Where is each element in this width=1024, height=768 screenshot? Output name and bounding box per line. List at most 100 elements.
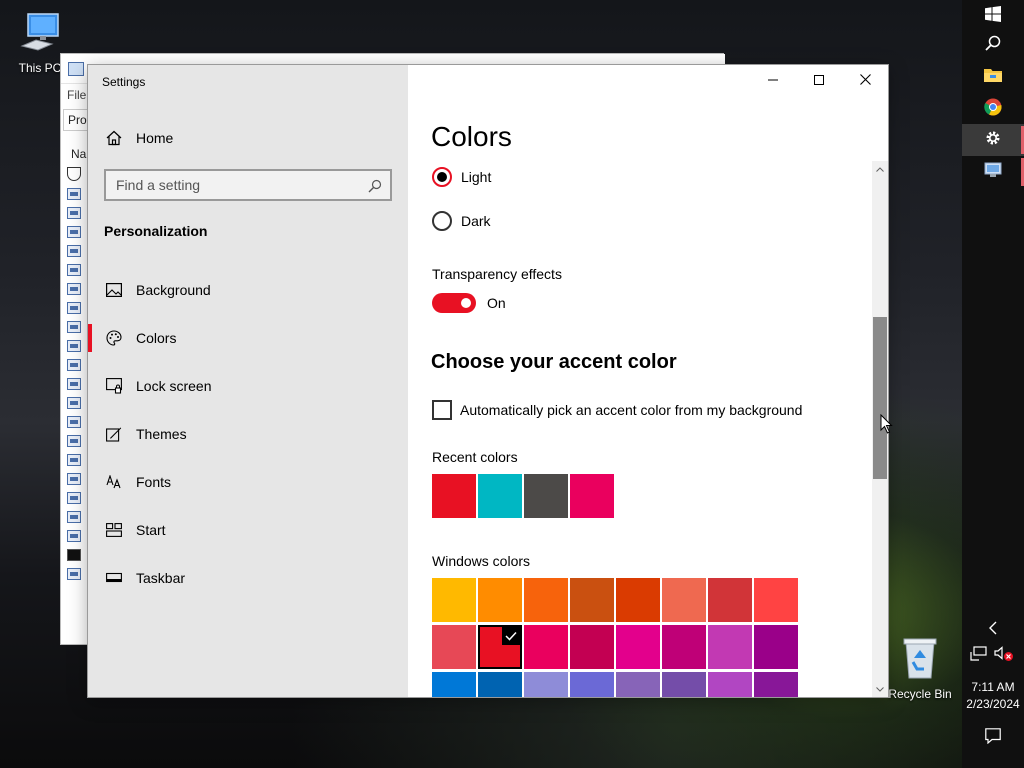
auto-accent-checkbox-row[interactable]: Automatically pick an accent color from … [432, 400, 802, 420]
taskbar-file-explorer[interactable] [962, 61, 1024, 93]
recent-color-swatch[interactable] [524, 474, 568, 518]
windows-color-swatch[interactable] [570, 578, 614, 622]
nav-item-fonts[interactable]: Fonts [88, 462, 408, 502]
network-icon[interactable] [970, 646, 988, 667]
windows-color-swatch[interactable] [616, 672, 660, 697]
taskbar-settings[interactable] [962, 124, 1024, 156]
windows-color-swatch[interactable] [708, 672, 752, 697]
windows-color-swatch[interactable] [478, 672, 522, 697]
home-icon [105, 129, 123, 147]
file-icon[interactable] [67, 188, 81, 200]
recent-color-swatch[interactable] [432, 474, 476, 518]
recent-color-swatch[interactable] [478, 474, 522, 518]
scroll-down-icon[interactable] [872, 681, 888, 697]
search-icon [985, 35, 1001, 56]
windows-color-swatch[interactable] [478, 625, 522, 669]
file-icon[interactable] [67, 530, 81, 542]
search-placeholder: Find a setting [116, 177, 201, 193]
clock-time[interactable]: 7:11 AM [962, 680, 1024, 694]
windows-color-swatch[interactable] [432, 578, 476, 622]
nav-item-label: Start [136, 522, 166, 538]
file-icon[interactable] [67, 492, 81, 504]
nav-item-label: Colors [136, 330, 177, 346]
nav-item-taskbar[interactable]: Taskbar [88, 558, 408, 598]
transparency-toggle[interactable] [432, 293, 476, 313]
file-icon[interactable] [67, 359, 81, 371]
transparency-label: Transparency effects [432, 266, 562, 282]
windows-color-swatch[interactable] [432, 672, 476, 697]
windows-color-swatch[interactable] [708, 578, 752, 622]
windows-color-swatch[interactable] [432, 625, 476, 669]
radio-button[interactable] [432, 211, 452, 231]
desktop-icon-label: This PC [18, 61, 62, 75]
scrollbar-thumb[interactable] [873, 317, 887, 479]
windows-color-swatch[interactable] [662, 578, 706, 622]
file-icon[interactable] [67, 207, 81, 219]
nav-item-start[interactable]: Start [88, 510, 408, 550]
settings-gear-icon [985, 130, 1001, 151]
file-icon[interactable] [67, 302, 81, 314]
computer-icon [4, 10, 76, 57]
windows-color-swatch[interactable] [616, 625, 660, 669]
file-icon[interactable] [67, 321, 81, 333]
minimize-button[interactable] [750, 65, 796, 97]
windows-color-swatch[interactable] [754, 578, 798, 622]
nav-item-background[interactable]: Background [88, 270, 408, 310]
file-icon[interactable] [67, 454, 81, 466]
windows-color-swatch[interactable] [524, 625, 568, 669]
close-icon [859, 72, 871, 90]
explorer-column-name[interactable]: Na [71, 147, 86, 161]
file-icon[interactable] [67, 245, 81, 257]
taskbar-search-button[interactable] [962, 29, 1024, 61]
recent-color-swatch[interactable] [570, 474, 614, 518]
file-icon[interactable] [67, 397, 81, 409]
start-button[interactable] [962, 0, 1024, 32]
file-icon[interactable] [67, 340, 81, 352]
nav-home[interactable]: Home [88, 118, 408, 158]
radio-light[interactable]: Light [432, 167, 491, 187]
taskbar-chrome[interactable] [962, 93, 1024, 125]
notifications-button[interactable] [962, 722, 1024, 754]
nav-item-colors[interactable]: Colors [88, 318, 408, 358]
taskbar-remote-desktop[interactable] [962, 156, 1024, 188]
windows-color-swatch[interactable] [570, 672, 614, 697]
clock-date[interactable]: 2/23/2024 [962, 697, 1024, 711]
scroll-up-icon[interactable] [872, 161, 888, 177]
minimize-icon [768, 72, 778, 90]
radio-label: Dark [461, 213, 491, 229]
search-input[interactable]: Find a setting [104, 169, 392, 201]
nav-item-themes[interactable]: Themes [88, 414, 408, 454]
radio-button-selected[interactable] [432, 167, 452, 187]
file-icon[interactable] [67, 378, 81, 390]
windows-color-swatch[interactable] [478, 578, 522, 622]
windows-color-swatch[interactable] [708, 625, 752, 669]
file-icon[interactable] [67, 568, 81, 580]
file-icon[interactable] [67, 416, 81, 428]
windows-color-swatch[interactable] [570, 625, 614, 669]
desktop-icon-recycle-bin[interactable]: Recycle Bin [884, 636, 956, 701]
close-button[interactable] [842, 65, 888, 97]
file-icon[interactable] [67, 226, 81, 238]
radio-dark[interactable]: Dark [432, 211, 491, 231]
windows-color-swatch[interactable] [524, 578, 568, 622]
cmd-icon[interactable] [67, 549, 81, 561]
file-icon[interactable] [67, 283, 81, 295]
windows-color-swatch[interactable] [662, 672, 706, 697]
maximize-button[interactable] [796, 65, 842, 97]
windows-color-swatch[interactable] [754, 625, 798, 669]
file-icon[interactable] [67, 264, 81, 276]
auto-accent-checkbox[interactable] [432, 400, 452, 420]
windows-color-swatch[interactable] [616, 578, 660, 622]
nav-item-lock-screen[interactable]: Lock screen [88, 366, 408, 406]
volume-muted-icon[interactable] [994, 646, 1014, 667]
file-icon[interactable] [67, 511, 81, 523]
windows-color-swatch[interactable] [524, 672, 568, 697]
explorer-menu-file[interactable]: File [67, 88, 86, 102]
windows-color-swatch[interactable] [662, 625, 706, 669]
fonts-icon [105, 473, 123, 491]
file-icon[interactable] [67, 473, 81, 485]
windows-color-swatch[interactable] [754, 672, 798, 697]
page-title: Colors [431, 121, 512, 152]
settings-window[interactable]: Settings Home Find a setting Personaliza… [88, 65, 888, 697]
file-icon[interactable] [67, 435, 81, 447]
